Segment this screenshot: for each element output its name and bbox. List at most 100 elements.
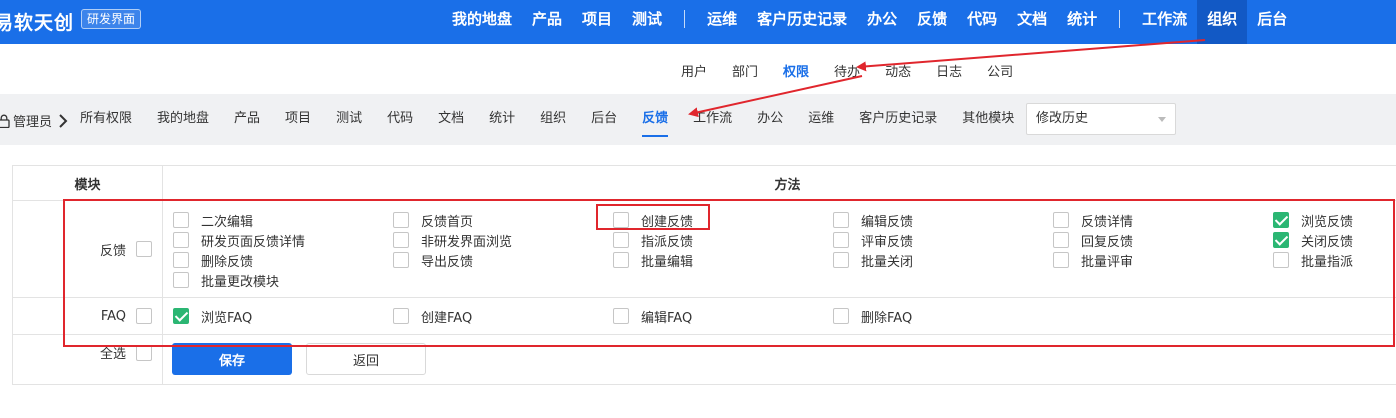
module-tab-doc[interactable]: 文档 [438, 94, 464, 145]
module-tab-test[interactable]: 测试 [336, 94, 362, 145]
top-nav-feedback[interactable]: 反馈 [907, 0, 957, 44]
module-tab-feedback[interactable]: 反馈 [642, 94, 669, 145]
method-checkbox[interactable] [393, 212, 409, 228]
subnav-permissions[interactable]: 权限 [783, 61, 809, 80]
top-nav-stats[interactable]: 统计 [1057, 0, 1107, 44]
method-checkbox[interactable] [613, 232, 629, 248]
method-item[interactable]: 非研发界面浏览 [393, 230, 512, 250]
method-checkbox[interactable] [1053, 212, 1069, 228]
top-nav-workflow[interactable]: 工作流 [1132, 0, 1197, 44]
method-item[interactable]: 二次编辑 [173, 210, 253, 230]
top-nav-doc[interactable]: 文档 [1007, 0, 1057, 44]
module-tab-project[interactable]: 项目 [285, 94, 311, 145]
method-checkbox[interactable] [173, 232, 189, 248]
method-item[interactable]: 浏览反馈 [1273, 210, 1353, 230]
module-tab-ops[interactable]: 运维 [808, 94, 834, 145]
module-tab-office[interactable]: 办公 [757, 94, 783, 145]
method-item[interactable]: 编辑反馈 [833, 210, 913, 230]
method-item[interactable]: 指派反馈 [613, 230, 693, 250]
subnav-departments[interactable]: 部门 [732, 61, 758, 80]
method-checkbox[interactable] [833, 212, 849, 228]
subnav-dynamics[interactable]: 动态 [885, 61, 911, 80]
module-tab-workflow[interactable]: 工作流 [693, 94, 732, 145]
module-tab-org[interactable]: 组织 [540, 94, 566, 145]
method-item[interactable]: 回复反馈 [1053, 230, 1133, 250]
module-tab-customer-history[interactable]: 客户历史记录 [859, 94, 937, 145]
method-item[interactable]: 删除FAQ [833, 306, 912, 326]
module-tab-product[interactable]: 产品 [234, 94, 260, 145]
method-item[interactable]: 研发页面反馈详情 [173, 230, 305, 250]
module-tab-my-space[interactable]: 我的地盘 [157, 94, 209, 145]
method-checkbox[interactable] [833, 232, 849, 248]
method-checkbox[interactable] [613, 212, 629, 228]
top-nav-code[interactable]: 代码 [957, 0, 1007, 44]
subnav-company[interactable]: 公司 [987, 61, 1013, 80]
top-nav-test[interactable]: 测试 [622, 0, 672, 44]
method-item[interactable]: 批量编辑 [613, 250, 693, 270]
env-tag[interactable]: 研发界面 [81, 9, 142, 29]
method-item[interactable]: 反馈首页 [393, 210, 473, 230]
method-checkbox[interactable] [833, 252, 849, 268]
module-checkbox-faq[interactable] [136, 308, 152, 324]
breadcrumb-group[interactable]: 管理员 [13, 111, 52, 130]
subnav-todo[interactable]: 待办 [834, 61, 860, 80]
back-button[interactable]: 返回 [306, 343, 426, 375]
method-item[interactable]: 评审反馈 [833, 230, 913, 250]
method-item[interactable]: 反馈详情 [1053, 210, 1133, 230]
method-label: 二次编辑 [201, 214, 254, 230]
module-checkbox-feedback[interactable] [136, 241, 152, 257]
select-all-checkbox[interactable] [136, 344, 152, 361]
method-checkbox[interactable] [173, 308, 189, 324]
top-nav-customer-history[interactable]: 客户历史记录 [747, 0, 857, 44]
module-tab-all[interactable]: 所有权限 [80, 94, 132, 145]
method-checkbox[interactable] [1273, 212, 1289, 228]
method-item[interactable]: 删除反馈 [173, 250, 253, 270]
method-checkbox[interactable] [1273, 252, 1289, 268]
method-checkbox[interactable] [173, 272, 189, 288]
method-item[interactable]: 批量更改模块 [173, 270, 279, 290]
method-checkbox[interactable] [613, 308, 629, 324]
col-header-method: 方法 [162, 165, 1396, 201]
history-select[interactable]: 修改历史 [1026, 103, 1176, 135]
module-tab-stats[interactable]: 统计 [489, 94, 515, 145]
module-tab-code[interactable]: 代码 [387, 94, 413, 145]
top-nav-admin[interactable]: 后台 [1247, 0, 1297, 44]
method-checkbox[interactable] [833, 308, 849, 324]
lock-icon [0, 114, 10, 128]
method-checkbox[interactable] [1053, 232, 1069, 248]
method-checkbox[interactable] [1053, 252, 1069, 268]
save-button[interactable]: 保存 [172, 343, 292, 375]
method-item[interactable]: 批量评审 [1053, 250, 1133, 270]
method-checkbox[interactable] [393, 252, 409, 268]
method-item[interactable]: 创建FAQ [393, 306, 472, 326]
subnav-logs[interactable]: 日志 [936, 61, 962, 80]
method-checkbox[interactable] [393, 308, 409, 324]
app-logo[interactable]: 易软天创 [0, 8, 74, 35]
method-item[interactable]: 浏览FAQ [173, 306, 252, 326]
top-nav-org[interactable]: 组织 [1197, 0, 1248, 44]
method-checkbox[interactable] [613, 252, 629, 268]
method-label: 批量更改模块 [201, 274, 280, 290]
method-checkbox[interactable] [1273, 232, 1289, 248]
method-item[interactable]: 关闭反馈 [1273, 230, 1353, 250]
method-label: 创建FAQ [421, 310, 473, 326]
method-item[interactable]: 创建反馈 [613, 210, 693, 230]
method-item[interactable]: 编辑FAQ [613, 306, 692, 326]
top-nav-office[interactable]: 办公 [857, 0, 907, 44]
method-item[interactable]: 导出反馈 [393, 250, 473, 270]
top-nav-project[interactable]: 项目 [572, 0, 622, 44]
method-label: 批量评审 [1081, 254, 1134, 270]
method-checkbox[interactable] [173, 212, 189, 228]
module-tab-admin[interactable]: 后台 [591, 94, 617, 145]
method-checkbox[interactable] [393, 232, 409, 248]
subnav-users[interactable]: 用户 [681, 61, 707, 80]
col-header-module: 模块 [12, 165, 163, 201]
top-nav-product[interactable]: 产品 [522, 0, 572, 44]
select-all-label: 全选 [99, 347, 126, 362]
top-nav-ops[interactable]: 运维 [697, 0, 747, 44]
module-tab-other[interactable]: 其他模块 [962, 94, 1014, 145]
top-nav-my-space[interactable]: 我的地盘 [442, 0, 522, 44]
method-item[interactable]: 批量指派 [1273, 250, 1353, 270]
method-checkbox[interactable] [173, 252, 189, 268]
method-item[interactable]: 批量关闭 [833, 250, 913, 270]
